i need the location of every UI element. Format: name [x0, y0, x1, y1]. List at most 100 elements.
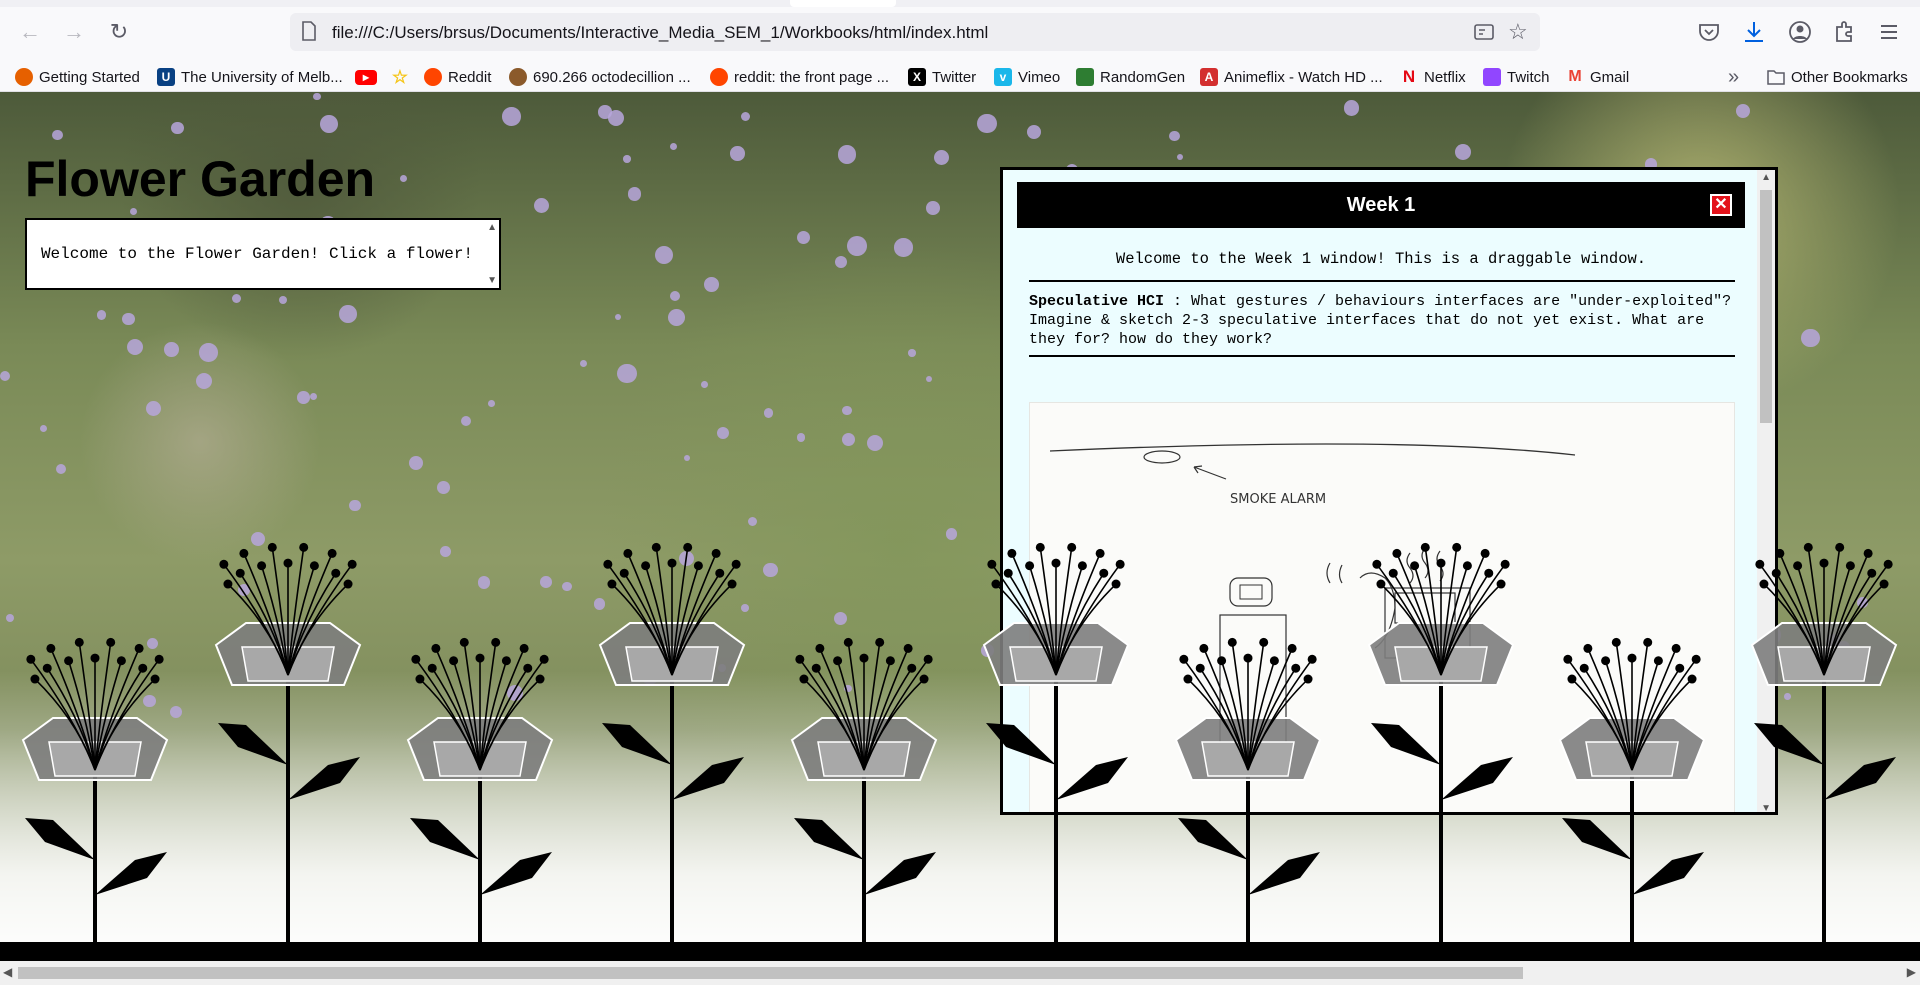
firefox-icon	[15, 68, 33, 86]
window-scroll-thumb[interactable]	[1760, 190, 1772, 423]
other-bookmarks-folder[interactable]: Other Bookmarks	[1767, 66, 1908, 88]
divider	[1029, 355, 1735, 357]
close-icon[interactable]: ✕	[1710, 194, 1732, 216]
meadow-flower-speck	[1455, 143, 1471, 160]
back-icon[interactable]: ←	[14, 16, 46, 48]
meadow-flower-speck	[763, 562, 778, 577]
meadow-flower-speck	[593, 598, 606, 611]
meadow-flower-speck	[741, 604, 750, 612]
meadow-flower-speck	[670, 142, 678, 150]
bookmark-star[interactable]: ☆	[391, 66, 415, 88]
horizontal-scroll-thumb[interactable]	[18, 967, 1523, 979]
meadow-flower-speck	[627, 187, 642, 201]
scroll-up-icon[interactable]: ▲	[1761, 172, 1771, 183]
meadow-flower-speck	[461, 415, 472, 426]
meadow-flower-speck	[841, 432, 855, 446]
forward-icon[interactable]: →	[58, 16, 90, 48]
bookmark-animeflix[interactable]: A Animeflix - Watch HD ...	[1200, 66, 1383, 88]
meadow-flower-speck	[833, 611, 847, 625]
reload-icon[interactable]: ↻	[103, 16, 135, 48]
meadow-flower-speck	[1177, 153, 1184, 160]
meadow-flower-speck	[1169, 131, 1180, 142]
star-icon: ☆	[391, 66, 409, 87]
bookmark-randomgen[interactable]: RandomGen	[1076, 66, 1185, 88]
meadow-flower-speck	[171, 121, 184, 134]
window-titlebar[interactable]: Week 1 ✕	[1017, 182, 1745, 228]
scroll-down-icon[interactable]: ▼	[487, 275, 497, 286]
meadow-flower-speck	[747, 517, 757, 527]
pocket-icon[interactable]	[1696, 19, 1722, 45]
meadow-flower-speck	[399, 175, 408, 183]
bookmark-twitch[interactable]: Twitch	[1483, 66, 1550, 88]
meadow-flower-speck	[933, 149, 949, 165]
randomgen-icon	[1076, 68, 1094, 86]
meadow-flower-speck	[925, 201, 940, 216]
url-text[interactable]: file:///C:/Users/brsus/Documents/Interac…	[332, 23, 988, 43]
meadow-flower-speck	[741, 111, 751, 121]
meadow-flower-speck	[1784, 693, 1792, 701]
scroll-up-icon[interactable]: ▲	[487, 222, 497, 233]
scroll-left-icon[interactable]: ◀	[3, 965, 12, 979]
active-tab[interactable]	[790, 0, 896, 7]
meadow-flower-speck	[169, 706, 183, 719]
meadow-flower-speck	[297, 391, 310, 404]
bookmark-netflix[interactable]: N Netflix	[1400, 66, 1466, 88]
meadow-flower-speck	[846, 236, 867, 256]
reader-view-icon[interactable]	[1473, 21, 1495, 43]
window-scrollbar[interactable]: ▲ ▼	[1757, 170, 1775, 812]
netflix-icon: N	[1402, 67, 1416, 86]
smoke-alarm-drawing	[1143, 450, 1181, 464]
meadow-flower-speck	[670, 290, 680, 301]
youtube-icon: ▶	[355, 69, 377, 85]
meadow-flower-speck	[409, 455, 424, 470]
meadow-flower-speck	[309, 392, 318, 400]
account-icon[interactable]	[1787, 19, 1813, 45]
meadow-flower-speck	[844, 684, 852, 693]
bookmark-reddit-front[interactable]: reddit: the front page ...	[710, 66, 889, 88]
week1-window[interactable]: Week 1 ✕ Welcome to the Week 1 window! T…	[1000, 167, 1778, 815]
meadow-flower-speck	[678, 550, 695, 567]
meadow-flower-speck	[834, 255, 847, 268]
meadow-flower-speck	[908, 349, 916, 357]
meadow-flower-speck	[196, 373, 213, 390]
meadow-flower-speck	[487, 399, 495, 407]
download-icon[interactable]	[1741, 19, 1767, 45]
folder-icon	[1767, 70, 1785, 85]
message-scrollbar[interactable]: ▲ ▼	[483, 220, 499, 288]
menu-icon[interactable]	[1876, 19, 1902, 45]
scroll-down-icon[interactable]: ▼	[1761, 803, 1771, 812]
meadow-flower-speck	[39, 425, 48, 433]
bookmark-getting-started[interactable]: Getting Started	[15, 66, 140, 88]
bookmark-star-icon[interactable]: ☆	[1508, 19, 1528, 45]
meadow-flower-speck	[654, 245, 673, 265]
bookmark-unimelb[interactable]: U The University of Melb...	[157, 66, 343, 88]
gmail-icon: M	[1568, 68, 1582, 85]
browser-toolbar: ← → ↻ file:///C:/Users/brsus/Documents/I…	[0, 0, 1920, 66]
bookmark-youtube[interactable]: ▶	[355, 66, 383, 88]
meadow-flower-speck	[164, 342, 179, 357]
bookmark-vimeo[interactable]: v Vimeo	[994, 66, 1060, 88]
meadow-flower-speck	[579, 360, 588, 368]
bookmark-twitter[interactable]: X Twitter	[908, 66, 976, 88]
window-body: Speculative HCI : What gestures / behavi…	[1029, 292, 1735, 349]
vimeo-icon: v	[994, 68, 1012, 86]
horizontal-scrollbar[interactable]: ◀ ▶	[0, 961, 1920, 985]
meadow-flower-speck	[981, 644, 994, 657]
meadow-flower-speck	[925, 376, 932, 383]
bookmarks-bar: Getting Started U The University of Melb.…	[0, 62, 1920, 92]
window-title: Week 1	[1346, 193, 1416, 216]
address-bar[interactable]: file:///C:/Users/brsus/Documents/Interac…	[290, 13, 1540, 51]
meadow-flower-speck	[763, 408, 774, 418]
bookmarks-overflow-chevron-icon[interactable]: »	[1728, 66, 1739, 88]
scroll-right-icon[interactable]: ▶	[1907, 965, 1916, 979]
message-box[interactable]: Welcome to the Flower Garden! Click a fl…	[25, 218, 501, 290]
meadow-flower-speck	[701, 381, 708, 389]
bookmark-gmail[interactable]: M Gmail	[1566, 66, 1629, 88]
bookmark-cookie-clicker[interactable]: 690.266 octodecillion ...	[509, 66, 691, 88]
meadow-flower-speck	[312, 92, 321, 101]
x-icon: X	[908, 68, 926, 86]
meadow-flower-speck	[1343, 100, 1360, 116]
extensions-icon[interactable]	[1831, 19, 1857, 45]
animeflix-icon: A	[1200, 68, 1218, 86]
bookmark-reddit[interactable]: Reddit	[424, 66, 491, 88]
